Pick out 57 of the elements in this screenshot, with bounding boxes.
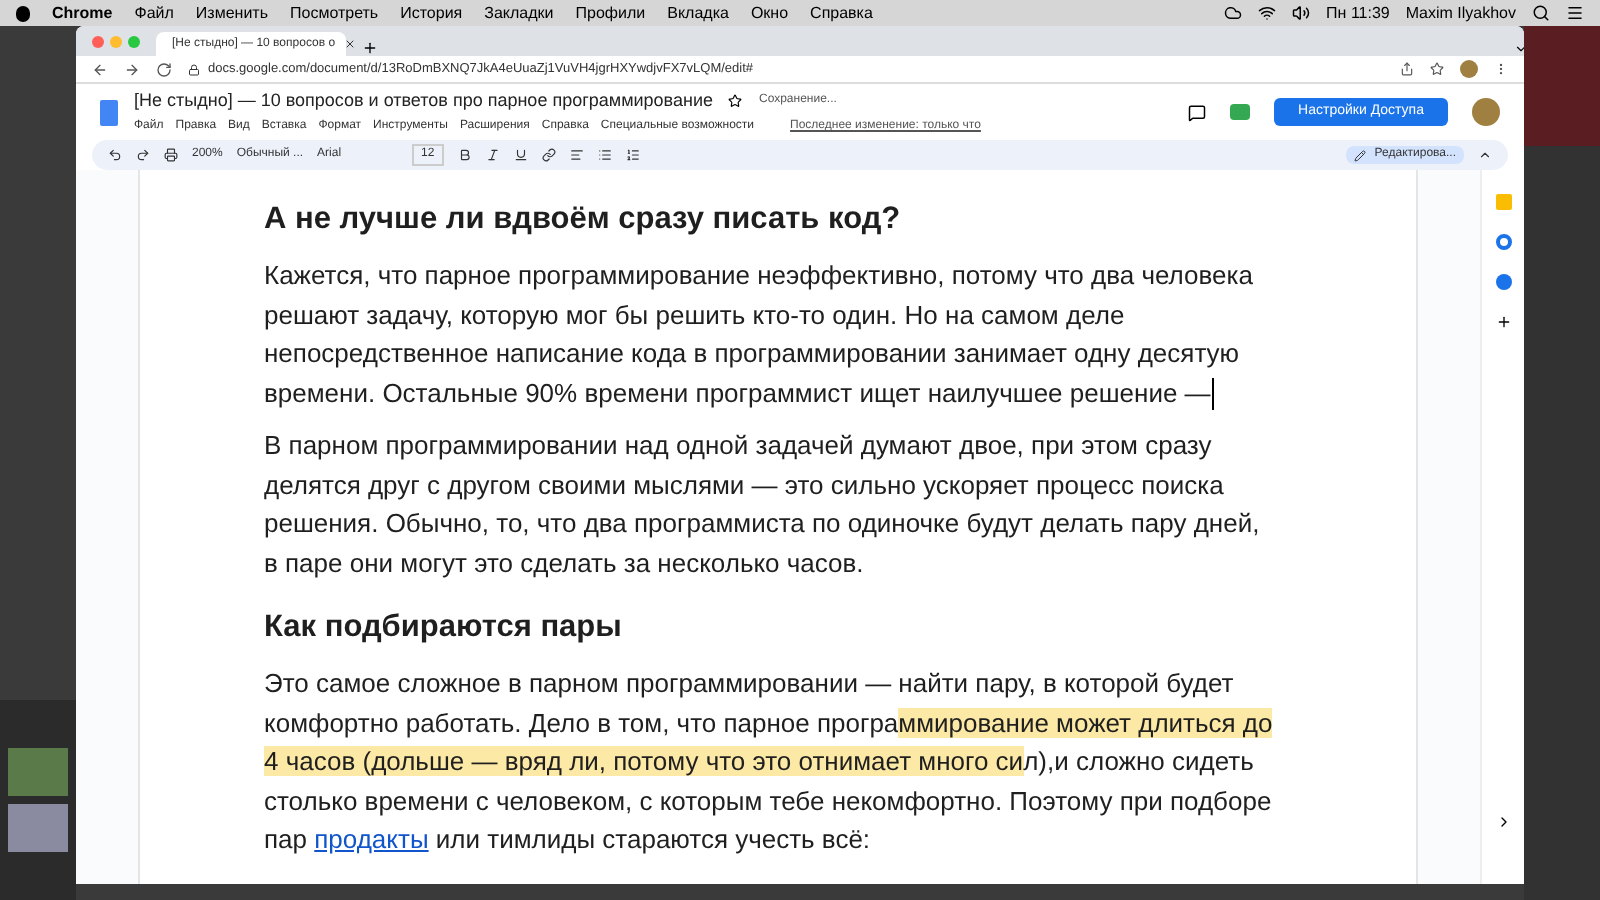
link[interactable]: продакты — [314, 824, 429, 854]
undo-icon[interactable] — [108, 148, 122, 162]
bold-icon[interactable] — [458, 148, 473, 162]
contacts-icon[interactable] — [1495, 274, 1511, 290]
menu-item[interactable]: Посмотреть — [290, 1, 379, 25]
search-icon[interactable] — [1532, 4, 1550, 22]
menu-item[interactable]: Изменить — [195, 1, 268, 25]
close-icon[interactable] — [343, 38, 356, 50]
menu-item[interactable]: Вкладка — [667, 1, 729, 25]
cloud-icon[interactable] — [1224, 4, 1243, 22]
section-heading: Как подбираются пары — [264, 608, 624, 648]
user-name[interactable]: Maxim Ilyakhov — [1405, 1, 1516, 25]
comment-icon[interactable] — [1188, 103, 1207, 121]
numbered-list-icon[interactable] — [626, 148, 641, 162]
underline-icon[interactable] — [514, 148, 529, 162]
volume-icon[interactable] — [1292, 4, 1311, 22]
menu-item[interactable]: Профили — [575, 1, 646, 25]
paragraph: В парном программировании над одной задачей думают двое, при этом сразу делятся друг с другом своими мыслями — это сильно ускоряет процесс поиска решения. Обычно, то, что два программиста по одиночке будут делать пару дней, в паре они могут это сделать за несколько часов. — [264, 428, 1262, 582]
app-name[interactable]: Chrome — [52, 1, 113, 25]
plus-icon[interactable] — [1495, 314, 1511, 330]
avatar[interactable] — [1460, 60, 1478, 78]
back-icon[interactable] — [92, 61, 108, 77]
align-left-icon[interactable] — [570, 148, 585, 162]
text-cursor — [1212, 378, 1215, 411]
italic-icon[interactable] — [486, 148, 501, 162]
menu-item[interactable]: Закладки — [484, 1, 554, 25]
share-icon[interactable] — [1400, 62, 1414, 76]
star-icon[interactable] — [1430, 62, 1444, 76]
docs-logo-icon[interactable] — [100, 99, 118, 125]
clock[interactable]: Пн 11:39 — [1326, 1, 1390, 25]
meet-icon[interactable] — [1230, 104, 1251, 120]
link-icon[interactable] — [542, 148, 557, 162]
pencil-icon — [1354, 149, 1367, 161]
audio-clip — [8, 748, 68, 796]
tasks-icon[interactable] — [1495, 234, 1511, 250]
wifi-icon[interactable] — [1258, 4, 1277, 22]
paragraph: Это самое сложное в парном программировании — найти пару, в которой будет комфортно работать. Дело в том, что парное программирование может длиться до 4 часов (дольше — вряд ли, потому что это отнимает много сил),и сложно сидеть столько времени с человеком, с которым тебе некомфортно. Поэтому при подборе пар продакты или тимлиды стараются учесть всё: — [264, 666, 1274, 858]
plus-icon[interactable] — [362, 40, 378, 56]
paragraph: Кажется, что парное программирование неэффективно, потому что два человека решают задачу, которую мог бы решить кто-то один. Но на самом деле непосредственное написание кода в программировании занимает одну десятую времени. Остальные 90% времени программист ищет наилучшее решение — — [264, 258, 1255, 412]
print-icon[interactable] — [164, 148, 178, 162]
redo-icon[interactable] — [136, 148, 150, 162]
menu-item[interactable]: Окно — [750, 1, 789, 25]
menu-item[interactable]: История — [400, 1, 463, 25]
star-icon[interactable] — [728, 94, 743, 108]
bullet-list-icon[interactable] — [598, 148, 613, 162]
forward-icon[interactable] — [124, 61, 140, 77]
more-icon[interactable] — [1494, 62, 1508, 76]
collapse-icon[interactable] — [1478, 148, 1492, 162]
section-heading: А не лучше ли вдвоём сразу писать код? — [264, 200, 903, 240]
avatar[interactable] — [1472, 98, 1500, 126]
photo-placeholder — [1524, 26, 1600, 146]
menu-item[interactable]: Справка — [810, 1, 873, 25]
menu-item[interactable]: Файл — [134, 1, 174, 25]
document-title[interactable]: [Не стыдно] — 10 вопросов и ответов про парное программирование — [134, 87, 713, 115]
reload-icon[interactable] — [156, 61, 172, 77]
menu-icon[interactable] — [1566, 4, 1584, 22]
video-clip — [8, 804, 68, 852]
